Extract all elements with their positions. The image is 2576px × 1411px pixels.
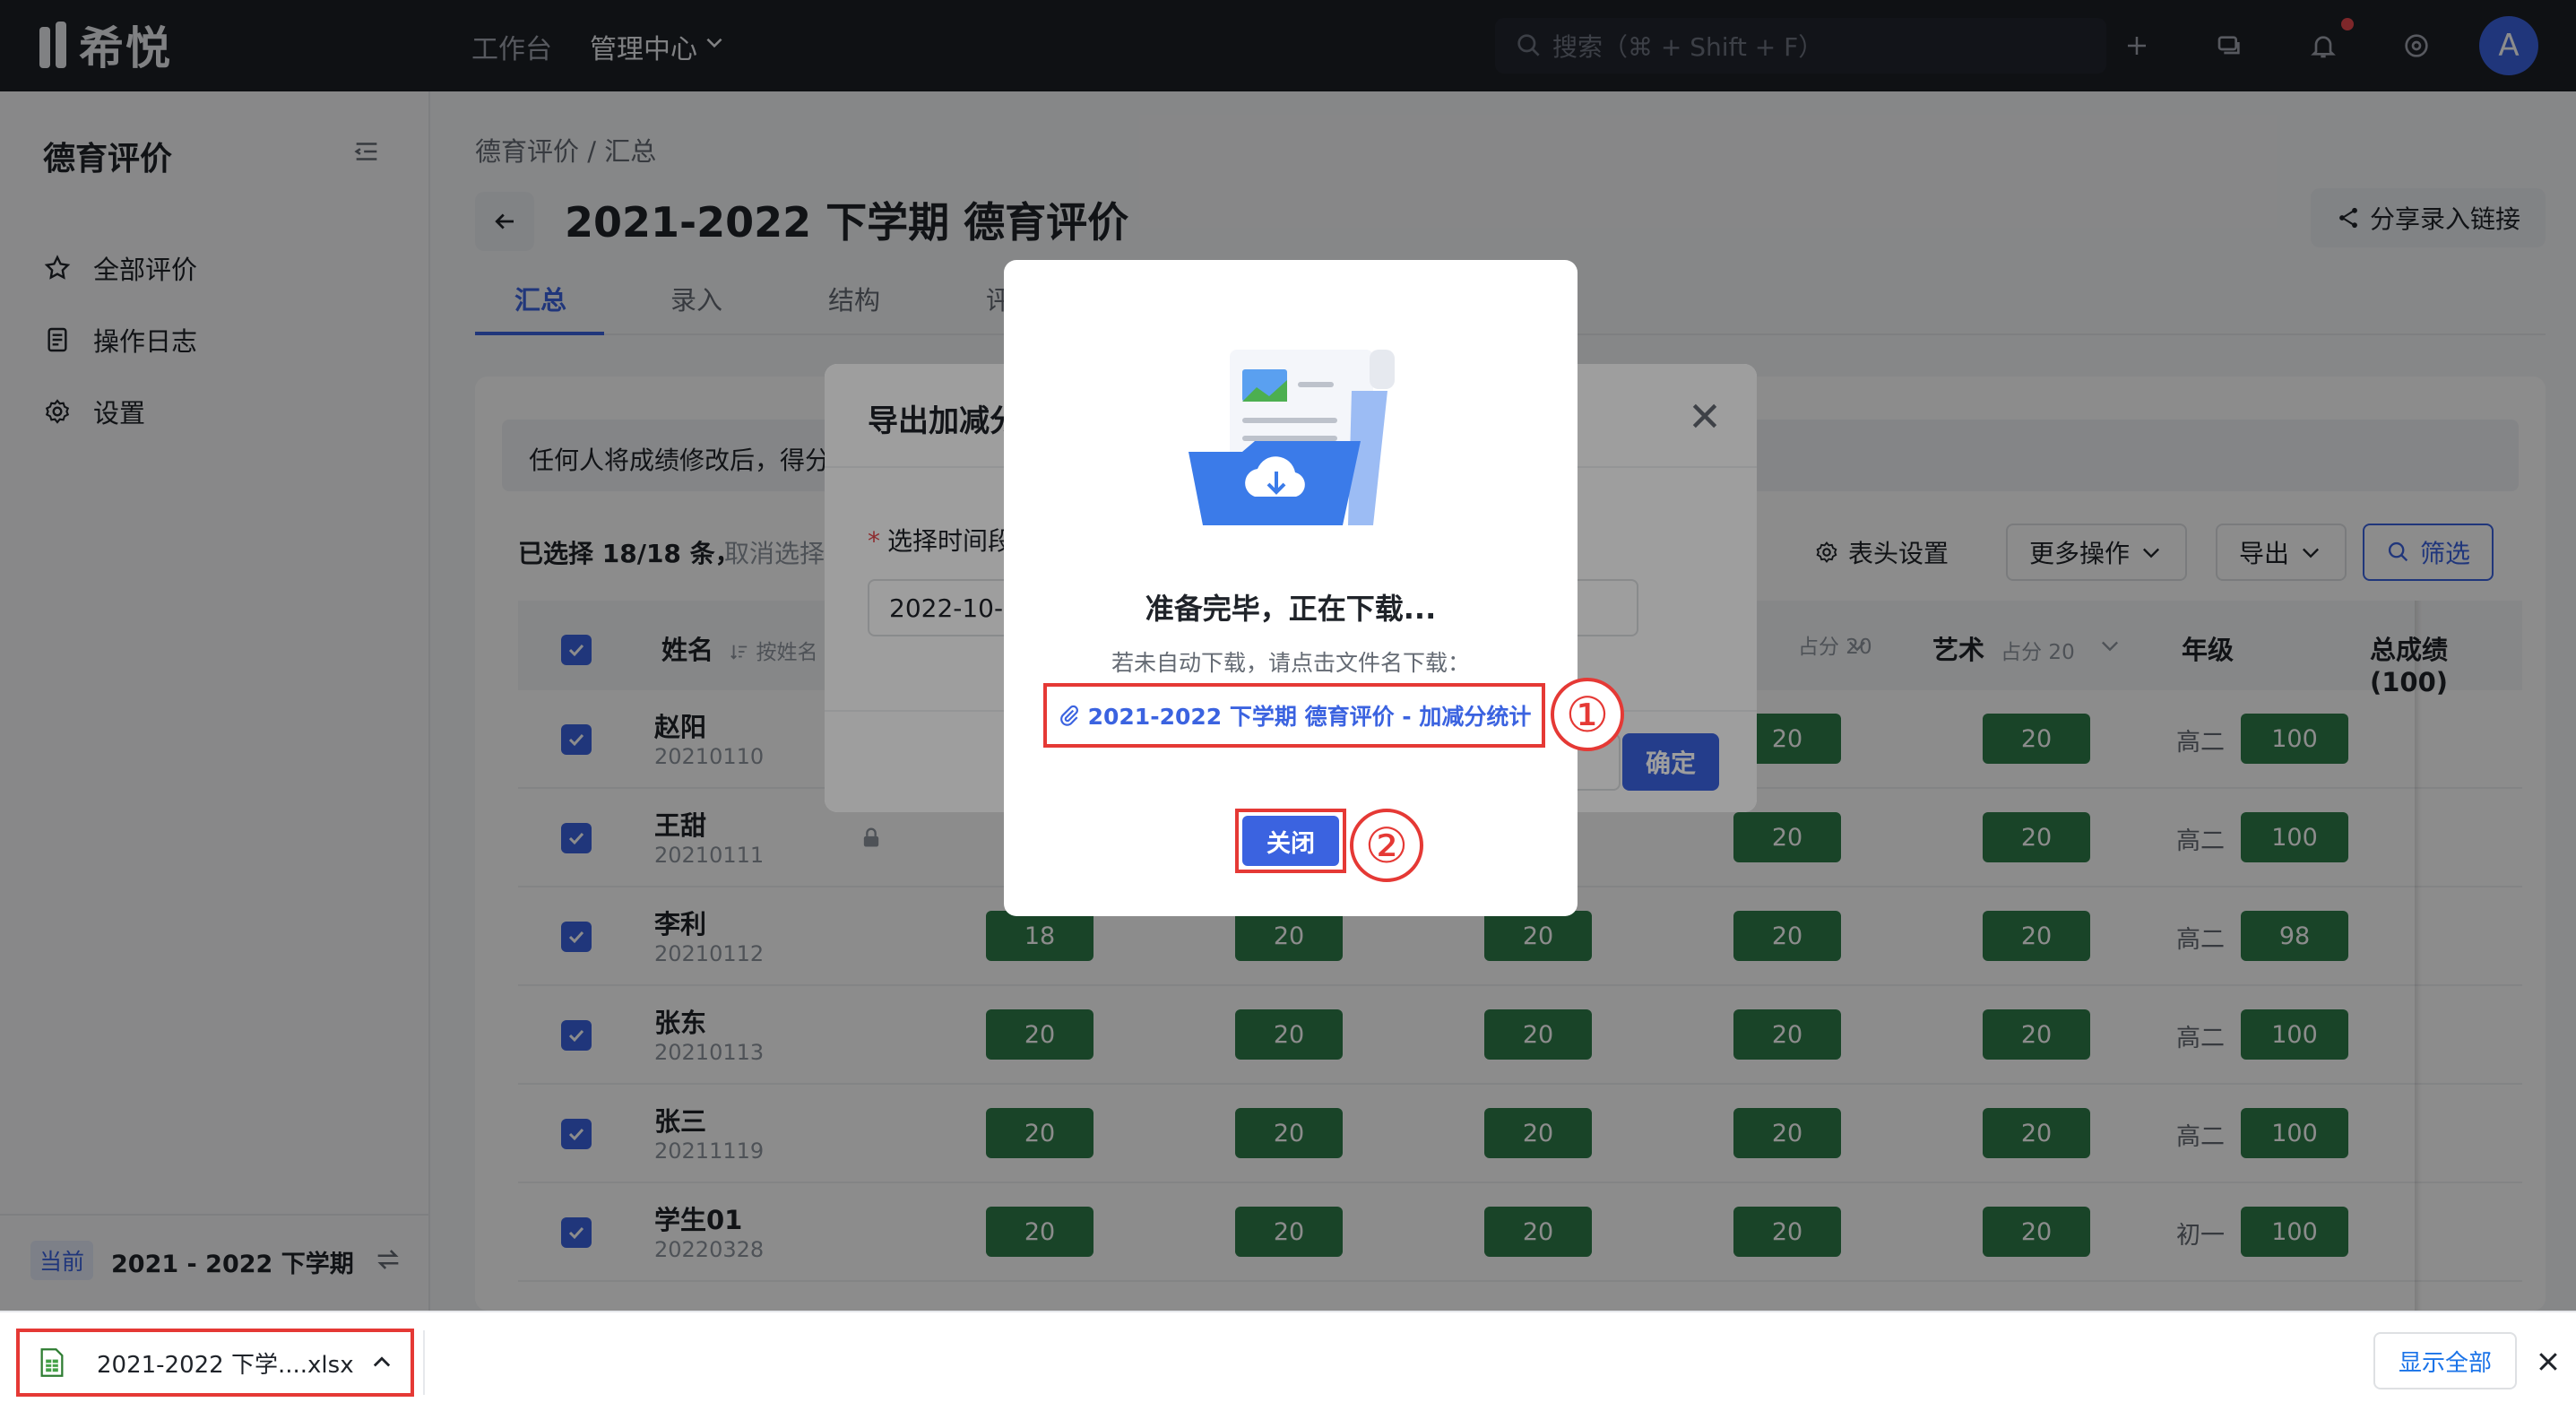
download-file-link[interactable]: 2021-2022 下学期 德育评价 - 加减分统计	[1043, 683, 1545, 748]
close-button-highlight: 关闭	[1235, 809, 1346, 873]
show-all-downloads-button[interactable]: 显示全部	[2373, 1332, 2517, 1389]
downloaded-file-item[interactable]: 2021-2022 下学....xlsx	[16, 1329, 414, 1397]
step-marker-1: ①	[1551, 678, 1624, 751]
download-file-name: 2021-2022 下学期 德育评价 - 加减分统计	[1087, 704, 1532, 730]
close-button[interactable]: 关闭	[1242, 816, 1339, 866]
chevron-up-icon[interactable]	[369, 1350, 394, 1375]
download-bar-separator	[423, 1330, 425, 1395]
downloaded-file-name: 2021-2022 下学....xlsx	[97, 1351, 354, 1379]
step-marker-2: ②	[1350, 809, 1423, 882]
paperclip-icon	[1059, 705, 1078, 726]
close-icon[interactable]	[2535, 1348, 2562, 1375]
download-hint-text: 若未自动下载，请点击文件名下载：	[1111, 650, 1470, 676]
spreadsheet-file-icon	[40, 1348, 64, 1377]
browser-download-bar: 2021-2022 下学....xlsx 显示全部	[0, 1311, 2576, 1411]
folder-download-illustration-icon	[1189, 350, 1395, 525]
download-ready-title: 准备完毕，正在下载...	[1145, 592, 1437, 626]
download-dialog: 准备完毕，正在下载... 若未自动下载，请点击文件名下载： 2021-2022 …	[1004, 260, 1578, 916]
